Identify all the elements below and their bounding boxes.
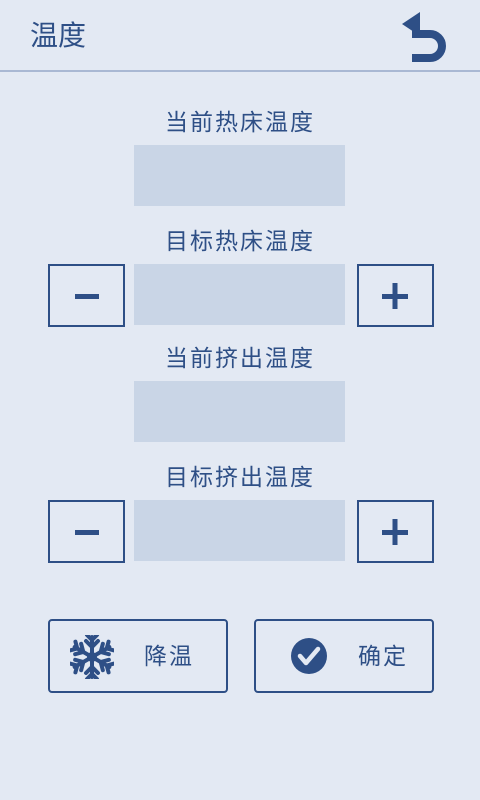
current-bed-temp-label: 当前热床温度 <box>165 110 315 136</box>
cooldown-label: 降温 <box>144 644 194 670</box>
check-circle-icon <box>290 637 328 679</box>
header-bar: 温度 <box>0 0 480 72</box>
target-extruder-temp-decrease-button[interactable] <box>48 500 125 563</box>
target-bed-temp-label: 目标热床温度 <box>165 229 315 255</box>
target-extruder-temp-increase-button[interactable] <box>357 500 434 563</box>
confirm-label: 确定 <box>358 644 408 670</box>
target-extruder-temp-field[interactable] <box>134 500 345 561</box>
snowflake-icon <box>67 633 117 683</box>
confirm-button[interactable]: 确定 <box>254 619 434 693</box>
target-bed-temp-field[interactable] <box>134 264 345 325</box>
back-button[interactable] <box>398 10 458 64</box>
cooldown-button[interactable]: 降温 <box>48 619 228 693</box>
target-extruder-temp-label: 目标挤出温度 <box>165 465 315 491</box>
current-extruder-temp-field <box>134 381 345 442</box>
current-extruder-temp-label: 当前挤出温度 <box>165 346 315 372</box>
back-arrow-icon <box>398 12 458 68</box>
current-bed-temp-field <box>134 145 345 206</box>
target-bed-temp-increase-button[interactable] <box>357 264 434 327</box>
target-bed-temp-decrease-button[interactable] <box>48 264 125 327</box>
page-title: 温度 <box>30 19 87 52</box>
